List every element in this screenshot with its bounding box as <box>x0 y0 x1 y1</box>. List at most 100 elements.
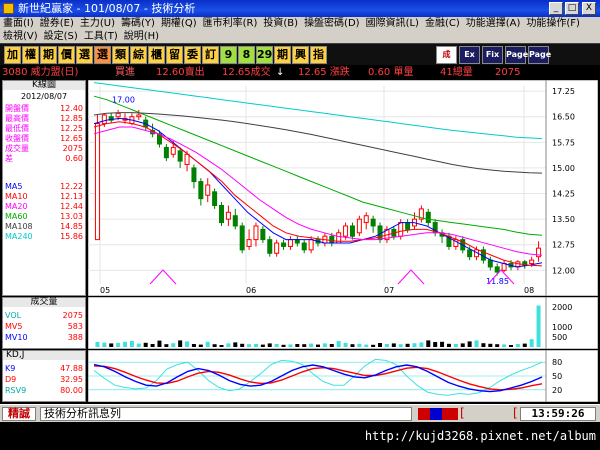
menu-item[interactable]: 投資(B) <box>260 17 301 30</box>
toolbar-button[interactable]: 加 <box>4 46 21 64</box>
volume-bar <box>522 343 527 347</box>
toolbar-button[interactable]: 綜 <box>130 46 147 64</box>
volume-bar <box>281 344 286 347</box>
kd-header: KD,J <box>3 351 85 360</box>
volume-bar <box>247 344 252 347</box>
price-chart[interactable]: 17.25 16.50 15.75 15.00 14.25 13.50 12.75 12.00… <box>88 80 598 296</box>
volume-bar <box>205 341 210 347</box>
toolbar-button[interactable]: 8 <box>238 46 255 64</box>
price-info-panel: K線圖 2012/08/07 開盤價 12.40 最高價 12.85 最低價 12.25 收… <box>2 80 86 296</box>
toolbar-button[interactable]: 類 <box>112 46 129 64</box>
candle-body <box>405 222 411 230</box>
ma-label: MA20 <box>5 202 28 211</box>
volume-bar <box>226 343 231 347</box>
down-arrow-icon: ↓ <box>276 67 285 78</box>
ma-label: MA240 <box>5 232 33 241</box>
toolbar-tool-button[interactable]: 成 <box>436 46 457 64</box>
ma-label: MA10 <box>5 192 28 201</box>
maximize-button[interactable]: □ <box>565 2 579 15</box>
volume-chart[interactable]: 2000 1000500 <box>88 297 598 349</box>
quote-total: 2075 <box>495 67 521 78</box>
volume-bar <box>150 344 155 347</box>
volume-bar <box>343 343 348 347</box>
menu-item[interactable]: 說明(H) <box>121 30 162 43</box>
menu-item[interactable]: 操盤密碼(D) <box>301 17 363 30</box>
candle-body <box>225 211 231 220</box>
candle-body <box>274 242 280 254</box>
signal-strength-icon <box>418 408 458 420</box>
ma-value: 14.85 <box>60 222 83 231</box>
menu-item[interactable]: 功能操作(F) <box>523 17 583 30</box>
menu-item[interactable]: 期權(Q) <box>158 17 200 30</box>
volume-row-value: 388 <box>67 333 83 342</box>
volume-bar <box>191 344 196 347</box>
menu-item[interactable]: 主力(U) <box>77 17 118 30</box>
toolbar-button[interactable]: 櫃 <box>148 46 165 64</box>
close-button[interactable]: X <box>582 2 596 15</box>
menu-item[interactable]: 畫面(I) <box>0 17 37 30</box>
toolbar-button[interactable]: 選 <box>94 46 111 64</box>
candle-body <box>191 167 197 183</box>
candle-body <box>267 239 273 254</box>
volume-row-label: MV5 <box>5 322 23 331</box>
volume-row-label: MV10 <box>5 333 28 342</box>
toolbar-button[interactable]: 選 <box>76 46 93 64</box>
volume-bar <box>336 341 341 347</box>
volume-bar <box>467 341 472 347</box>
kline-date: 2012/08/07 <box>20 92 68 101</box>
toolbar-tool-button[interactable]: Page <box>528 46 551 64</box>
toolbar-button[interactable]: 價 <box>58 46 75 64</box>
quote-trade: 12.65成交 <box>222 67 271 78</box>
volume-bar <box>198 344 203 347</box>
toolbar-button[interactable]: 委 <box>184 46 201 64</box>
volume-bar <box>267 343 272 347</box>
candle-body <box>260 228 266 241</box>
toolbar-tool-button[interactable]: Fix <box>482 46 503 64</box>
kd-row-label: D9 <box>5 375 17 384</box>
quote-bar: 3080 威力盟(日) 買進 12.60賣出 12.65成交 ↓ 12.65 漲… <box>0 66 600 79</box>
menu-item[interactable]: 功能選擇(A) <box>463 17 524 30</box>
toolbar-button[interactable]: 留 <box>166 46 183 64</box>
stock-code-name[interactable]: 3080 威力盟(日) <box>2 66 78 79</box>
menu-item[interactable]: 金融(C) <box>422 17 463 30</box>
candle-body <box>101 114 107 125</box>
price-x-tick: 05 <box>100 286 110 295</box>
volume-bar <box>288 344 293 347</box>
volume-bar <box>322 343 327 347</box>
price-x-tick: 07 <box>384 286 394 295</box>
toolbar-button[interactable]: 興 <box>292 46 309 64</box>
toolbar-button[interactable]: 9 <box>220 46 237 64</box>
kd-chart[interactable]: 80 50 20 <box>88 350 598 402</box>
toolbar-tool-button[interactable]: Page <box>505 46 528 64</box>
toolbar-tool-button[interactable]: Ex <box>459 46 480 64</box>
price-y-tick: 16.50 <box>552 113 575 122</box>
menu-item[interactable]: 國際資訊(L) <box>363 17 422 30</box>
volume-bar <box>109 343 114 347</box>
menu-item[interactable]: 籌碼(Y) <box>118 17 158 30</box>
volume-bar <box>398 344 403 347</box>
volume-header: 成交量 <box>3 298 85 307</box>
volume-row-label: VOL <box>5 311 22 320</box>
menu-item[interactable]: 匯市利率(R) <box>200 17 261 30</box>
toolbar-button[interactable]: 權 <box>22 46 39 64</box>
kd-row-value: 80.00 <box>60 386 83 395</box>
volume-y-tick: 2000 <box>552 303 572 312</box>
minimize-button[interactable]: _ <box>549 2 563 15</box>
menu-item[interactable]: 檢視(V) <box>0 30 41 43</box>
menu-item[interactable]: 工具(T) <box>81 30 121 43</box>
toolbar-button[interactable]: 29 <box>256 46 273 64</box>
kd-y-tick: 80 <box>552 358 562 367</box>
volume-bar <box>316 344 320 347</box>
toolbar-button[interactable]: 指 <box>310 46 327 64</box>
toolbar-button[interactable]: 訂 <box>202 46 219 64</box>
menu-item[interactable]: 證券(E) <box>37 17 77 30</box>
volume-bar <box>129 341 134 347</box>
menu-item[interactable]: 設定(S) <box>41 30 81 43</box>
toolbar-button[interactable]: 期 <box>40 46 57 64</box>
title-bar: 新世紀贏家 - 101/08/07 - 技術分析 _ □ X <box>0 0 600 17</box>
app-icon <box>3 3 14 14</box>
toolbar-button[interactable]: 期 <box>274 46 291 64</box>
volume-bar <box>350 344 355 347</box>
volume-bar <box>419 342 424 347</box>
volume-row-value: 2075 <box>62 311 83 320</box>
